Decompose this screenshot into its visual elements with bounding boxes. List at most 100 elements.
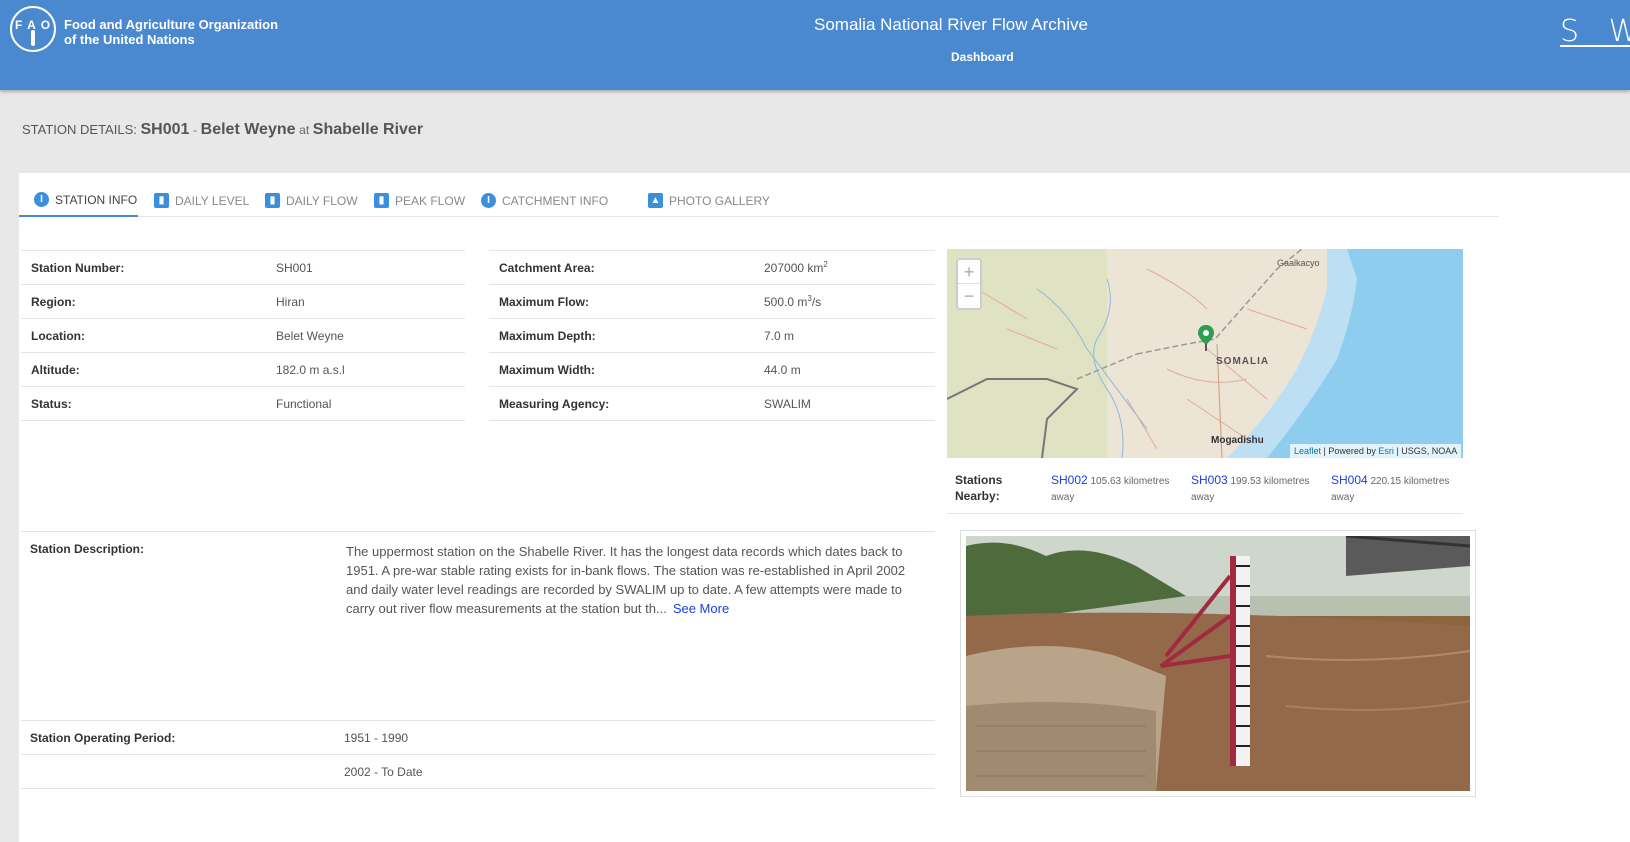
fao-logo: F A O bbox=[10, 6, 56, 52]
field-label: Region: bbox=[21, 284, 266, 319]
field-value: 2002 - To Date bbox=[344, 754, 935, 789]
table-row: Maximum Depth: 7.0 m bbox=[489, 318, 935, 353]
tab-label: DAILY FLOW bbox=[286, 193, 358, 208]
tab-catchment-info[interactable]: i CATCHMENT INFO bbox=[481, 184, 608, 217]
tab-daily-level[interactable]: ▮ DAILY LEVEL bbox=[154, 184, 249, 217]
tab-label: STATION INFO bbox=[55, 192, 138, 207]
tab-label: DAILY LEVEL bbox=[175, 193, 250, 208]
org-line-2: of the United Nations bbox=[64, 32, 195, 47]
station-marker-icon[interactable] bbox=[1197, 325, 1215, 351]
map-tiles bbox=[947, 249, 1463, 458]
station-description-label: Station Description: bbox=[30, 542, 145, 556]
field-value: 207000 km2 bbox=[754, 250, 935, 285]
map-label-galkacyo: Gaalkacyo bbox=[1277, 258, 1320, 268]
zoom-in-button[interactable]: + bbox=[958, 260, 980, 284]
field-value: Functional bbox=[266, 386, 465, 421]
station-description-text: The uppermost station on the Shabelle Ri… bbox=[346, 544, 906, 616]
heading-prefix: STATION DETAILS: bbox=[22, 122, 137, 137]
field-label: Measuring Agency: bbox=[489, 386, 754, 421]
tab-peak-flow[interactable]: ▮ PEAK FLOW bbox=[374, 184, 465, 217]
esri-link[interactable]: Esri bbox=[1378, 446, 1394, 456]
table-row: Measuring Agency: SWALIM bbox=[489, 386, 935, 421]
tab-label: CATCHMENT INFO bbox=[502, 193, 609, 208]
field-value: SWALIM bbox=[754, 386, 935, 421]
info-icon: i bbox=[481, 193, 496, 208]
tab-label: PHOTO GALLERY bbox=[669, 193, 770, 208]
swalim-logo-underline bbox=[1560, 45, 1630, 47]
field-value: 44.0 m bbox=[754, 352, 935, 387]
table-row: Status: Functional bbox=[21, 386, 465, 421]
field-value: 7.0 m bbox=[754, 318, 935, 353]
field-value: 182.0 m a.s.l bbox=[266, 352, 465, 387]
app-title: Somalia National River Flow Archive bbox=[814, 15, 1088, 34]
station-photo bbox=[966, 536, 1470, 791]
field-label: Status: bbox=[21, 386, 266, 421]
nearby-station-link[interactable]: SH004 bbox=[1331, 473, 1368, 487]
org-line-1: Food and Agriculture Organization bbox=[64, 17, 279, 32]
map-label-mogadishu: Mogadishu bbox=[1211, 435, 1264, 446]
nearby-station: SH004 220.15 kilometres away bbox=[1331, 472, 1466, 506]
field-value: SH001 bbox=[266, 250, 465, 285]
top-header-bar: F A O Food and Agriculture Organization … bbox=[0, 0, 1630, 90]
tab-station-info[interactable]: i STATION INFO bbox=[19, 184, 138, 217]
bar-chart-icon: ▮ bbox=[154, 193, 169, 208]
nearby-station-link[interactable]: SH003 bbox=[1191, 473, 1228, 487]
field-label: Location: bbox=[21, 318, 266, 353]
leaflet-link[interactable]: Leaflet bbox=[1294, 446, 1321, 456]
table-row: Region: Hiran bbox=[21, 284, 465, 319]
field-label: Altitude: bbox=[21, 352, 266, 387]
field-value: Hiran bbox=[266, 284, 465, 319]
dashboard-link[interactable]: Dashboard bbox=[951, 50, 1014, 64]
field-label: Maximum Width: bbox=[489, 352, 754, 387]
field-label: Catchment Area: bbox=[489, 250, 754, 285]
hydrology-info-table: Catchment Area: 207000 km2 Maximum Flow: 5… bbox=[489, 250, 935, 421]
field-label: Station Number: bbox=[21, 250, 266, 285]
heading-at: at bbox=[299, 123, 310, 137]
field-value: 1951 - 1990 bbox=[344, 720, 935, 755]
field-label: Maximum Depth: bbox=[489, 318, 754, 353]
station-info-table: Station Number: SH001 Region: Hiran Locati… bbox=[21, 250, 465, 421]
map-attribution: Leaflet | Powered by Esri | USGS, NOAA bbox=[1290, 444, 1462, 458]
zoom-out-button[interactable]: − bbox=[958, 284, 980, 308]
table-row: Maximum Flow: 500.0 m3/s bbox=[489, 284, 935, 319]
station-photo-image bbox=[966, 536, 1470, 791]
table-row: Altitude: 182.0 m a.s.l bbox=[21, 352, 465, 387]
info-icon: i bbox=[34, 192, 49, 207]
field-value: Belet Weyne bbox=[266, 318, 465, 353]
stations-nearby: Stations Nearby: SH002 105.63 kilometres… bbox=[947, 462, 1463, 514]
nearby-station: SH002 105.63 kilometres away bbox=[1051, 472, 1186, 506]
operating-period-table: Station Operating Period: 1951 - 1990 200… bbox=[21, 720, 935, 789]
table-row: Station Number: SH001 bbox=[21, 250, 465, 285]
field-label: Maximum Flow: bbox=[489, 284, 754, 319]
field-label: Station Operating Period: bbox=[21, 720, 344, 755]
table-row: Station Operating Period: 1951 - 1990 bbox=[21, 720, 935, 755]
station-map[interactable]: Gaalkacyo SOMALIA Mogadishu bbox=[947, 249, 1463, 458]
map-zoom-control: + − bbox=[956, 258, 982, 310]
table-row: 2002 - To Date bbox=[21, 754, 935, 789]
station-code: SH001 bbox=[140, 121, 190, 138]
station-name: Belet Weyne bbox=[200, 121, 296, 138]
tab-photo-gallery[interactable]: ▲ PHOTO GALLERY bbox=[648, 184, 770, 217]
table-row: Catchment Area: 207000 km2 bbox=[489, 250, 935, 285]
river-name: Shabelle River bbox=[312, 121, 424, 138]
tab-label: PEAK FLOW bbox=[395, 193, 466, 208]
nearby-station: SH003 199.53 kilometres away bbox=[1191, 472, 1326, 506]
bar-chart-icon: ▮ bbox=[374, 193, 389, 208]
bar-chart-icon: ▮ bbox=[265, 193, 280, 208]
tab-daily-flow[interactable]: ▮ DAILY FLOW bbox=[265, 184, 358, 217]
nearby-station-link[interactable]: SH002 bbox=[1051, 473, 1088, 487]
image-icon: ▲ bbox=[648, 193, 663, 208]
field-value: 500.0 m3/s bbox=[754, 284, 935, 319]
see-more-link[interactable]: See More bbox=[673, 601, 729, 616]
station-tabs: i STATION INFO ▮ DAILY LEVEL ▮ DAILY FLO… bbox=[19, 184, 1499, 217]
fao-organization-name: Food and Agriculture Organization of the… bbox=[64, 17, 278, 47]
swalim-logo: S W A bbox=[1560, 14, 1630, 49]
map-label-somalia: SOMALIA bbox=[1216, 356, 1270, 367]
table-row: Location: Belet Weyne bbox=[21, 318, 465, 353]
station-description-row: Station Description: The uppermost stati… bbox=[21, 531, 935, 720]
station-photo-frame[interactable] bbox=[960, 530, 1476, 797]
heading-dash: - bbox=[193, 123, 198, 137]
station-details-heading: STATION DETAILS: SH001 - Belet Weyne at … bbox=[22, 121, 423, 139]
stations-nearby-label: Stations Nearby: bbox=[955, 473, 1003, 503]
table-row: Maximum Width: 44.0 m bbox=[489, 352, 935, 387]
